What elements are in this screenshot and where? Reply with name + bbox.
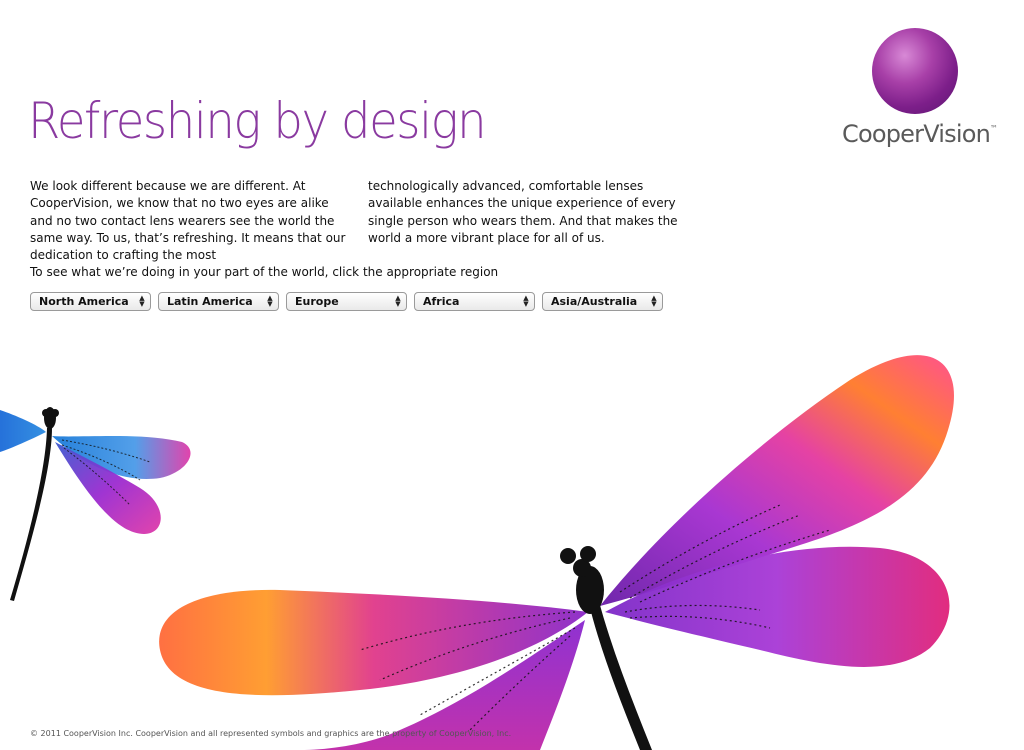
footer-copyright: © 2011 CooperVision Inc. CooperVision an…	[30, 729, 512, 738]
dragonfly-illustration	[0, 355, 954, 750]
